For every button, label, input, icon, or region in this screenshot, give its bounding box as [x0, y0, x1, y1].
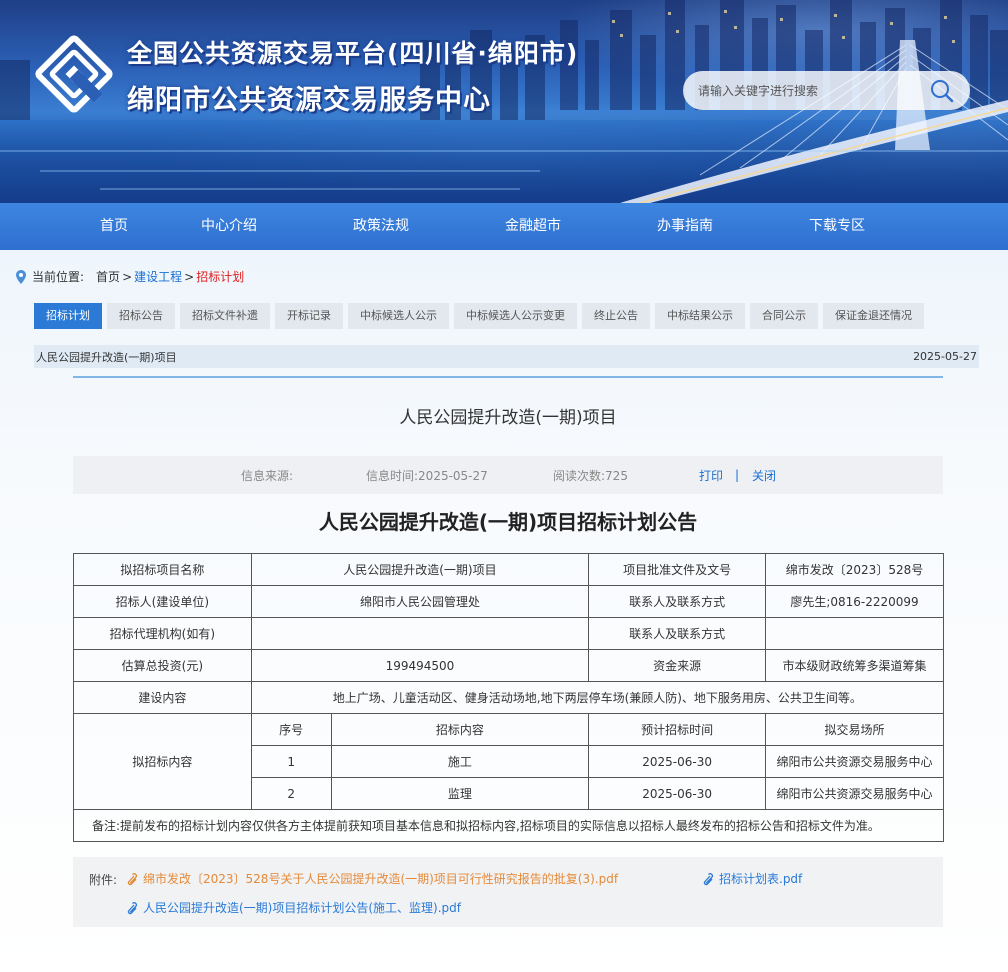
table-cell: 市本级财政统筹多渠道筹集: [765, 649, 944, 682]
table-cell: 1: [250, 745, 332, 778]
close-link[interactable]: 关闭: [752, 467, 776, 484]
nav-home[interactable]: 首页: [38, 203, 153, 250]
table-row: 估算总投资(元) 199494500 资金来源 市本级财政统筹多渠道筹集: [73, 649, 944, 682]
attachments-box: 附件: 绵市发改〔2023〕528号关于人民公园提升改造(一期)项目可行性研究报…: [73, 857, 943, 927]
article-divider: [73, 376, 943, 378]
site-title-line2: 绵阳市公共资源交易服务中心: [127, 85, 491, 116]
table-cell: 项目批准文件及文号: [588, 553, 767, 586]
table-cell: 建设内容: [73, 681, 252, 714]
table-cell: 招标代理机构(如有): [73, 617, 252, 650]
table-cell: 资金来源: [588, 649, 767, 682]
table-row: 备注:提前发布的招标计划内容仅供各方主体提前获知项目基本信息和拟招标内容,招标项…: [73, 809, 944, 842]
breadcrumb-home[interactable]: 首页: [96, 268, 120, 285]
table-cell: [765, 617, 944, 650]
print-link[interactable]: 打印: [699, 467, 723, 484]
tab-contract[interactable]: 合同公示: [750, 303, 818, 329]
breadcrumb-separator: >: [184, 269, 195, 284]
table-header-cell: 拟交易场所: [765, 713, 944, 746]
location-pin-icon: [16, 269, 26, 284]
main-nav: 首页 中心介绍 政策法规 金融超市 办事指南 下载专区: [0, 203, 1008, 250]
table-cell: 联系人及联系方式: [588, 585, 767, 618]
tab-candidate-change[interactable]: 中标候选人公示变更: [454, 303, 577, 329]
table-cell: 联系人及联系方式: [588, 617, 767, 650]
tab-bid-notice[interactable]: 招标公告: [107, 303, 175, 329]
breadcrumb-label: 当前位置:: [32, 270, 85, 284]
search-box: [683, 71, 970, 110]
table-row: 招标人(建设单位) 绵阳市人民公园管理处 联系人及联系方式 廖先生;0816-2…: [73, 585, 944, 618]
table-row: 招标代理机构(如有) 联系人及联系方式: [73, 617, 944, 650]
table-cell: 廖先生;0816-2220099: [765, 585, 944, 618]
attachment-name: 绵市发改〔2023〕528号关于人民公园提升改造(一期)项目可行性研究报告的批复…: [143, 872, 619, 886]
nav-finance[interactable]: 金融超市: [457, 203, 609, 250]
breadcrumb: 当前位置: 首页 > 建设工程 > 招标计划: [16, 268, 244, 285]
meta-time: 信息时间:2025-05-27: [366, 468, 488, 483]
site-logo-icon: [35, 35, 113, 113]
article-title: 人民公园提升改造(一期)项目: [399, 408, 617, 428]
table-header-cell: 序号: [250, 713, 332, 746]
paperclip-icon: [703, 872, 713, 885]
table-cell: 绵阳市公共资源交易服务中心: [765, 745, 944, 778]
nav-download[interactable]: 下载专区: [761, 203, 913, 250]
table-header-cell: 预计招标时间: [588, 713, 767, 746]
breadcrumb-construction[interactable]: 建设工程: [134, 268, 182, 285]
meta-divider: |: [735, 468, 740, 482]
tab-candidate-notice[interactable]: 中标候选人公示: [348, 303, 449, 329]
table-cell: 拟招标项目名称: [73, 553, 252, 586]
attachment-link[interactable]: 人民公园提升改造(一期)项目招标计划公告(施工、监理).pdf: [125, 899, 461, 916]
tab-termination[interactable]: 终止公告: [582, 303, 650, 329]
table-header-cell: 招标内容: [330, 713, 590, 746]
tab-bid-addendum[interactable]: 招标文件补遗: [180, 303, 270, 329]
table-cell: 绵市发改〔2023〕528号: [765, 553, 944, 586]
paperclip-icon: [127, 901, 137, 914]
site-title-line1: 全国公共资源交易平台(四川省·绵阳市): [127, 39, 579, 68]
table-row: 建设内容 地上广场、儿童活动区、健身活动场地,地下两层停车场(兼顾人防)、地下服…: [73, 681, 945, 714]
item-info-bar: 人民公园提升改造(一期)项目 2025-05-27: [34, 345, 979, 368]
table-cell: 绵阳市公共资源交易服务中心: [765, 777, 944, 810]
item-date: 2025-05-27: [913, 350, 977, 363]
table-cell: 施工: [330, 745, 590, 778]
search-icon[interactable]: [930, 79, 954, 103]
table-cell: 估算总投资(元): [73, 649, 252, 682]
attachment-name: 招标计划表.pdf: [719, 872, 803, 886]
item-title: 人民公园提升改造(一期)项目: [36, 350, 177, 364]
bid-plan-table: 拟招标项目名称 人民公园提升改造(一期)项目 项目批准文件及文号 绵市发改〔20…: [73, 553, 945, 842]
category-tabs: 招标计划 招标公告 招标文件补遗 开标记录 中标候选人公示 中标候选人公示变更 …: [34, 303, 929, 329]
table-cell: [250, 617, 590, 650]
breadcrumb-current[interactable]: 招标计划: [196, 268, 244, 285]
nav-policy[interactable]: 政策法规: [305, 203, 457, 250]
meta-source: 信息来源:: [241, 468, 294, 483]
site-header: 全国公共资源交易平台(四川省·绵阳市) 绵阳市公共资源交易服务中心: [0, 0, 1008, 203]
article-meta: 信息来源: 信息时间:2025-05-27 阅读次数:725 打印 | 关闭: [73, 456, 943, 494]
table-cell: 2025-06-30: [588, 777, 767, 810]
attachment-link[interactable]: 绵市发改〔2023〕528号关于人民公园提升改造(一期)项目可行性研究报告的批复…: [125, 870, 618, 887]
tab-award-result[interactable]: 中标结果公示: [655, 303, 745, 329]
table-cell: 2025-06-30: [588, 745, 767, 778]
table-cell: 绵阳市人民公园管理处: [250, 585, 590, 618]
table-cell: 地上广场、儿童活动区、健身活动场地,地下两层停车场(兼顾人防)、地下服务用房、公…: [250, 681, 945, 714]
search-input[interactable]: [698, 71, 928, 110]
table-cell: 2: [250, 777, 332, 810]
table-row: 拟招标项目名称 人民公园提升改造(一期)项目 项目批准文件及文号 绵市发改〔20…: [73, 553, 944, 586]
breadcrumb-separator: >: [122, 269, 133, 284]
paperclip-icon: [127, 872, 137, 885]
table-cell: 人民公园提升改造(一期)项目: [250, 553, 590, 586]
nav-guide[interactable]: 办事指南: [609, 203, 761, 250]
table-row: 拟招标内容 序号 招标内容 预计招标时间 拟交易场所: [73, 713, 944, 810]
table-cell: 招标人(建设单位): [73, 585, 252, 618]
table-cell: 199494500: [250, 649, 590, 682]
tab-bid-plan[interactable]: 招标计划: [34, 303, 102, 329]
attachment-name: 人民公园提升改造(一期)项目招标计划公告(施工、监理).pdf: [143, 901, 462, 915]
notice-title: 人民公园提升改造(一期)项目招标计划公告: [318, 510, 698, 534]
attachments-label: 附件:: [89, 873, 118, 887]
tab-opening-record[interactable]: 开标记录: [275, 303, 343, 329]
meta-reads: 阅读次数:725: [553, 468, 628, 483]
table-cell: 拟招标内容: [73, 713, 252, 810]
nav-center-intro[interactable]: 中心介绍: [153, 203, 305, 250]
attachment-link[interactable]: 招标计划表.pdf: [701, 870, 802, 887]
table-note: 备注:提前发布的招标计划内容仅供各方主体提前获知项目基本信息和拟招标内容,招标项…: [73, 809, 944, 842]
tab-deposit-refund[interactable]: 保证金退还情况: [823, 303, 924, 329]
table-cell: 监理: [330, 777, 590, 810]
